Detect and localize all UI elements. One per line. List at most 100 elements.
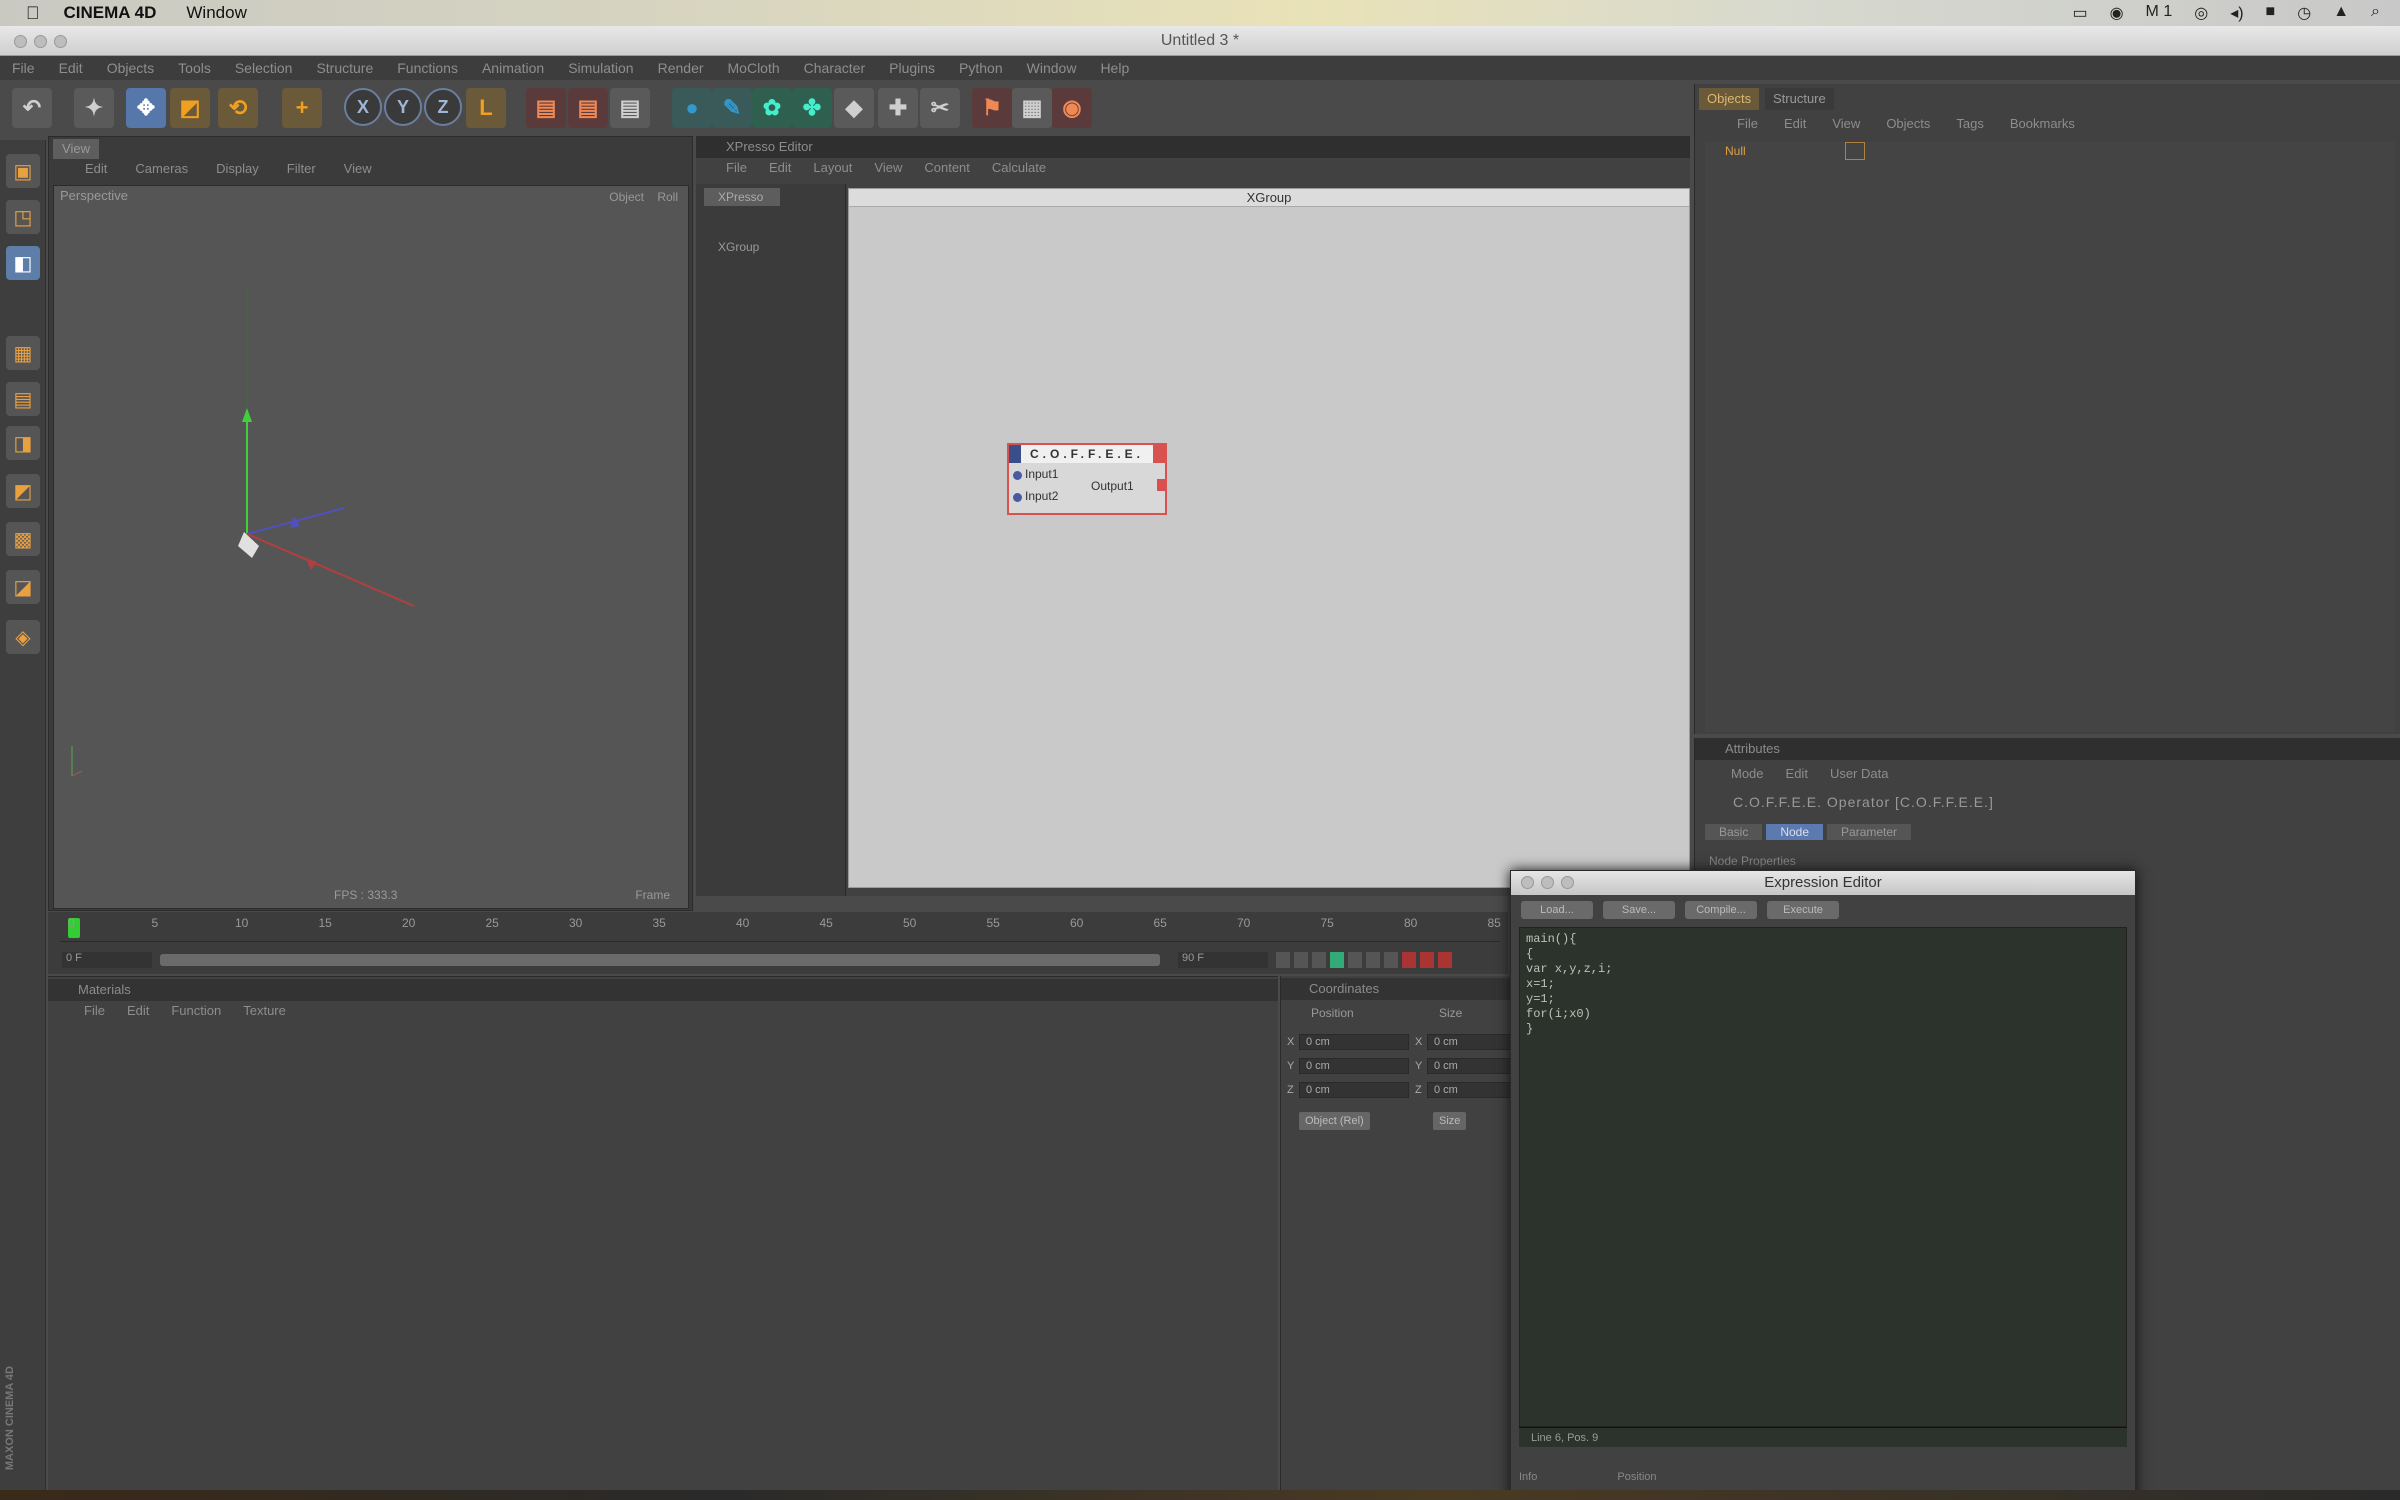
- position-x-field[interactable]: 0 cm: [1299, 1034, 1409, 1050]
- next-frame-icon[interactable]: [1348, 952, 1362, 968]
- subdivision-icon[interactable]: ✿: [752, 88, 792, 128]
- om-menu-bookmarks[interactable]: Bookmarks: [2010, 116, 2075, 138]
- undo-icon[interactable]: ↶: [12, 88, 52, 128]
- attributes-menu-mode[interactable]: Mode: [1731, 766, 1764, 788]
- main-menu-item-animation[interactable]: Animation: [482, 60, 544, 76]
- expr-execute-button[interactable]: Execute: [1767, 901, 1839, 919]
- main-menu-item-help[interactable]: Help: [1100, 60, 1129, 76]
- auto-key-icon[interactable]: [1420, 952, 1434, 968]
- main-menu-item-functions[interactable]: Functions: [397, 60, 458, 76]
- y-axis-icon[interactable]: Y: [384, 88, 422, 126]
- xpresso-menu-layout[interactable]: Layout: [813, 160, 852, 182]
- om-menu-file[interactable]: File: [1737, 116, 1758, 138]
- main-menu-item-window[interactable]: Window: [1027, 60, 1077, 76]
- tab-objects[interactable]: Objects: [1699, 88, 1760, 110]
- materials-menu-file[interactable]: File: [84, 1003, 105, 1018]
- deformer-icon[interactable]: ◆: [834, 88, 874, 128]
- tray-icon[interactable]: ⌕: [2371, 3, 2380, 23]
- go-start-icon[interactable]: [1276, 952, 1290, 968]
- expr-load-button[interactable]: Load...: [1521, 901, 1593, 919]
- position-z-field[interactable]: 0 cm: [1299, 1082, 1409, 1098]
- app-name-menu[interactable]: CINEMA 4D: [64, 3, 157, 23]
- x-axis-icon[interactable]: X: [344, 88, 382, 126]
- attributes-tab-parameter[interactable]: Parameter: [1827, 824, 1912, 840]
- expression-code-editor[interactable]: main(){ { var x,y,z,i; x=1; y=1; for(i;x…: [1519, 927, 2127, 1427]
- play-icon[interactable]: [1330, 952, 1344, 968]
- window-menu[interactable]: Window: [186, 3, 246, 23]
- main-menu-item-structure[interactable]: Structure: [316, 60, 373, 76]
- expr-compile-button[interactable]: Compile...: [1685, 901, 1757, 919]
- coordinate-size-dropdown[interactable]: Size: [1433, 1112, 1467, 1130]
- key-settings-icon[interactable]: [1438, 952, 1452, 968]
- prev-frame-icon[interactable]: [1312, 952, 1326, 968]
- position-y-field[interactable]: 0 cm: [1299, 1058, 1409, 1074]
- size-x-field[interactable]: 0 cm: [1427, 1034, 1517, 1050]
- attributes-tab-node[interactable]: Node: [1766, 824, 1824, 840]
- zoom-window-button[interactable]: [54, 35, 67, 48]
- size-y-field[interactable]: 0 cm: [1427, 1058, 1517, 1074]
- main-menu-item-edit[interactable]: Edit: [59, 60, 83, 76]
- output1-port-dot[interactable]: [1157, 479, 1165, 491]
- left-tool-icon[interactable]: ◩: [6, 474, 40, 508]
- input2-port-dot[interactable]: [1013, 493, 1022, 502]
- om-menu-tags[interactable]: Tags: [1956, 116, 1983, 138]
- main-menu-item-character[interactable]: Character: [804, 60, 865, 76]
- timeline-scrollbar[interactable]: [160, 954, 1160, 966]
- scale-icon[interactable]: ◩: [170, 88, 210, 128]
- left-tool-icon[interactable]: ◈: [6, 620, 40, 654]
- tray-icon[interactable]: M 1: [2146, 3, 2173, 23]
- xpresso-pool-item[interactable]: XGroup: [718, 240, 759, 254]
- left-tool-icon[interactable]: ▦: [6, 336, 40, 370]
- main-menu-item-file[interactable]: File: [12, 60, 35, 76]
- main-menu-item-tools[interactable]: Tools: [178, 60, 211, 76]
- main-menu-item-objects[interactable]: Objects: [107, 60, 154, 76]
- render-picture-viewer-icon[interactable]: ▤: [568, 88, 608, 128]
- render-view-icon[interactable]: ▤: [526, 88, 566, 128]
- viewport-tab[interactable]: View: [53, 139, 99, 159]
- coordinate-mode-dropdown[interactable]: Object (Rel): [1299, 1112, 1370, 1130]
- object-tree[interactable]: Null: [1705, 142, 2395, 732]
- object-item-null[interactable]: Null: [1725, 144, 1746, 158]
- left-tool-icon[interactable]: ▩: [6, 522, 40, 556]
- xpresso-menu-view[interactable]: View: [874, 160, 902, 182]
- viewport-menu-display[interactable]: Display: [216, 161, 259, 181]
- xpresso-tag-icon[interactable]: [1845, 142, 1865, 160]
- viewport-3d-area[interactable]: Perspective Object Roll FPS : 333.3 Fram…: [53, 185, 689, 909]
- timeline-end-field[interactable]: 90 F: [1178, 952, 1268, 968]
- expr-close-button[interactable]: [1521, 876, 1534, 889]
- timeline-start-field[interactable]: 0 F: [62, 952, 152, 968]
- materials-menu-function[interactable]: Function: [171, 1003, 221, 1018]
- axis-gizmo[interactable]: [54, 186, 690, 910]
- scene-icon[interactable]: ✚: [878, 88, 918, 128]
- tray-icon[interactable]: ◂): [2230, 3, 2243, 23]
- xpresso-menu-calculate[interactable]: Calculate: [992, 160, 1046, 182]
- prev-key-icon[interactable]: [1294, 952, 1308, 968]
- camera-icon[interactable]: ✂: [920, 88, 960, 128]
- left-tool-icon[interactable]: ▣: [6, 154, 40, 188]
- left-tool-icon[interactable]: ◪: [6, 570, 40, 604]
- materials-menu-texture[interactable]: Texture: [243, 1003, 286, 1018]
- attributes-menu-edit[interactable]: Edit: [1786, 766, 1808, 788]
- coordinate-system-icon[interactable]: L: [466, 88, 506, 128]
- tray-icon[interactable]: ◉: [2110, 3, 2124, 23]
- tab-structure[interactable]: Structure: [1765, 88, 1834, 110]
- add-object-icon[interactable]: +: [282, 88, 322, 128]
- close-window-button[interactable]: [14, 35, 27, 48]
- minimize-window-button[interactable]: [34, 35, 47, 48]
- viewport-menu-view[interactable]: View: [344, 161, 372, 181]
- tray-icon[interactable]: ■: [2266, 3, 2276, 23]
- viewport-menu-filter[interactable]: Filter: [287, 161, 316, 181]
- main-menu-item-plugins[interactable]: Plugins: [889, 60, 935, 76]
- main-menu-item-python[interactable]: Python: [959, 60, 1003, 76]
- om-menu-objects[interactable]: Objects: [1886, 116, 1930, 138]
- xpresso-canvas[interactable]: XGroup C.O.F.F.E.E. Input1 Input2 Output…: [848, 188, 1690, 888]
- spline-pen-icon[interactable]: ✎: [712, 88, 752, 128]
- materials-menu-edit[interactable]: Edit: [127, 1003, 149, 1018]
- apple-menu-icon[interactable]: : [26, 3, 40, 24]
- timeline-ruler[interactable]: 051015202530354045505560657075808590: [60, 912, 1584, 942]
- record-key-icon[interactable]: [1402, 952, 1416, 968]
- main-menu-item-selection[interactable]: Selection: [235, 60, 293, 76]
- expr-zoom-button[interactable]: [1561, 876, 1574, 889]
- light-icon[interactable]: ⚑: [972, 88, 1012, 128]
- left-tool-icon[interactable]: ◳: [6, 200, 40, 234]
